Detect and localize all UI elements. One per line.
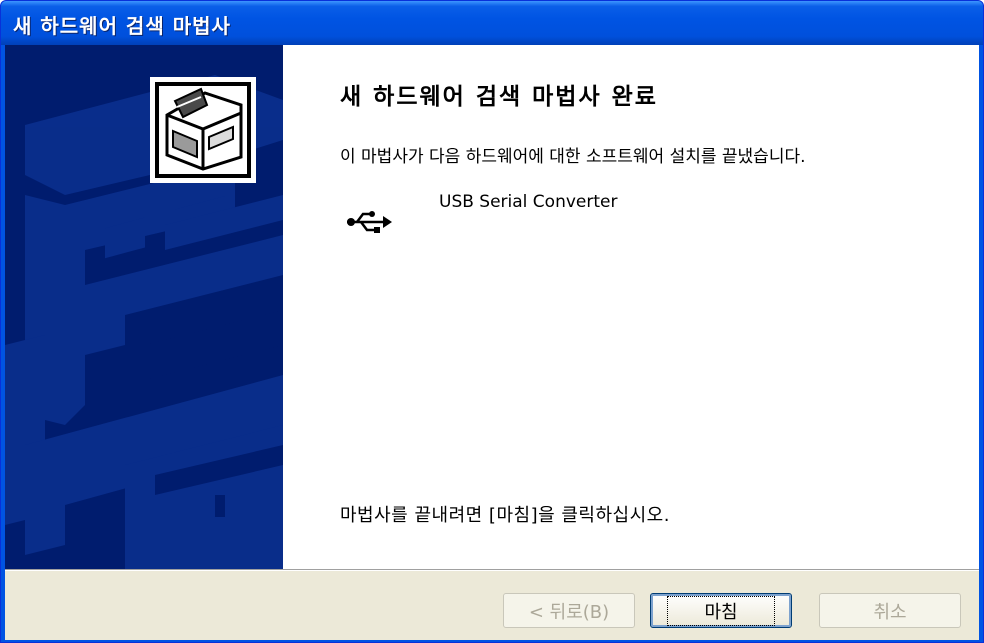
window-title: 새 하드웨어 검색 마법사 — [13, 14, 231, 38]
wizard-side-panel — [5, 45, 283, 569]
cancel-button[interactable]: 취소 — [819, 593, 961, 628]
wizard-description: 이 마법사가 다음 하드웨어에 대한 소프트웨어 설치를 끝냈습니다. — [340, 147, 806, 167]
finish-instruction: 마법사를 끝내려면 [마침]을 클릭하십시오. — [340, 505, 670, 526]
side-panel-artwork — [5, 45, 283, 569]
wizard-button-bar: < 뒤로(B) 마침 취소 — [5, 571, 979, 640]
title-bar[interactable]: 새 하드웨어 검색 마법사 — [1, 1, 983, 45]
wizard-window: 새 하드웨어 검색 마법사 새 하드웨어 검색 마법사 완료 이 마법사가 다음… — [0, 0, 984, 643]
back-button[interactable]: < 뒤로(B) — [503, 593, 635, 628]
device-name: USB Serial Converter — [439, 192, 618, 212]
wizard-heading: 새 하드웨어 검색 마법사 완료 — [340, 84, 658, 110]
usb-icon — [347, 211, 392, 233]
finish-button-label: 마침 — [667, 595, 775, 626]
hardware-box-icon — [150, 77, 256, 183]
finish-button[interactable]: 마침 — [650, 593, 792, 628]
wizard-content-panel: 새 하드웨어 검색 마법사 완료 이 마법사가 다음 하드웨어에 대한 소프트웨… — [283, 45, 979, 569]
cancel-button-label: 취소 — [873, 601, 907, 623]
wizard-client-area: 새 하드웨어 검색 마법사 완료 이 마법사가 다음 하드웨어에 대한 소프트웨… — [5, 45, 979, 640]
back-button-label: < 뒤로(B) — [528, 601, 610, 623]
